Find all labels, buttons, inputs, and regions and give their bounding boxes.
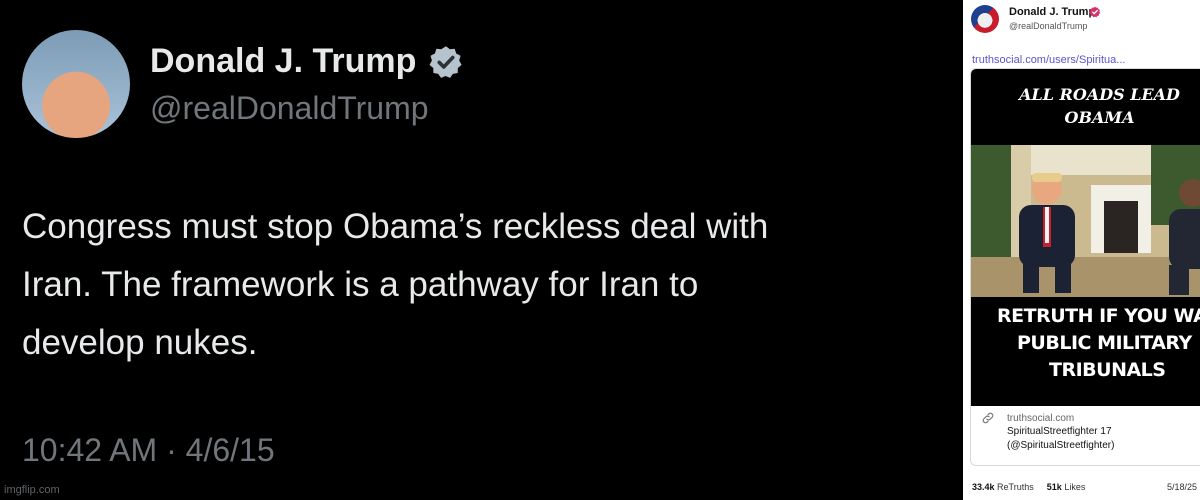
link-icon <box>982 412 994 424</box>
tweet-timestamp[interactable]: 10:42 AM · 4/6/15 <box>22 432 275 469</box>
card-subtitle: (@SpiritualStreetfighter) <box>1007 440 1115 451</box>
author-name[interactable]: Donald J. Trump <box>1009 6 1095 18</box>
meme-bottom-caption: RETRUTH IF YOU WAN PUBLIC MILITARY TRIBU… <box>971 303 1200 384</box>
meme-image: ALL ROADS LEAD OBAMA RETRUTH IF YOU W PU… <box>971 69 1200 406</box>
post-date[interactable]: 5/18/25 <box>1167 482 1197 492</box>
author-handle[interactable]: @realDonaldTrump <box>150 90 429 127</box>
meme-photo <box>971 145 1200 297</box>
truth-social-post: Donald J. Trump @realDonaldTrump truthso… <box>963 0 1200 500</box>
meme-bottom-line: TRIBUNALS <box>1049 359 1166 381</box>
watermark: imgflip.com <box>4 484 60 496</box>
tweet-text-line: Iran. The framework is a pathway for Ira… <box>22 265 699 304</box>
card-source: truthsocial.com <box>1007 413 1075 424</box>
tweet-text-line: develop nukes. <box>22 323 258 362</box>
author-avatar[interactable] <box>971 5 999 33</box>
meme-top-caption: ALL ROADS LEAD OBAMA <box>977 83 1200 129</box>
meme-bottom-line: PUBLIC MILITARY <box>1017 332 1192 354</box>
retruths-count[interactable]: 33.4k <box>972 482 995 492</box>
verified-badge-icon <box>429 46 462 78</box>
link-preview-card[interactable]: ALL ROADS LEAD OBAMA RETRUTH IF YOU W PU… <box>970 68 1200 466</box>
author-avatar[interactable] <box>22 30 130 138</box>
author-handle[interactable]: @realDonaldTrump <box>1009 21 1087 31</box>
tweet-post: Donald J. Trump @realDonaldTrump Congres… <box>0 0 955 500</box>
tweet-text: Congress must stop Obama’s reckless deal… <box>22 198 942 372</box>
meme-top-line: OBAMA <box>1064 108 1135 127</box>
post-stats: 33.4k ReTruths 51k Likes <box>972 482 1085 492</box>
likes-count[interactable]: 51k <box>1047 482 1062 492</box>
retruths-label[interactable]: ReTruths <box>997 482 1034 492</box>
verified-badge-icon <box>1089 6 1101 18</box>
meme-bottom-line: RETRUTH IF YOU WAN <box>997 305 1200 327</box>
post-link[interactable]: truthsocial.com/users/Spiritua... <box>972 54 1125 66</box>
meme-top-line: ALL ROADS LEAD <box>1019 85 1180 104</box>
author-name[interactable]: Donald J. Trump <box>150 42 416 81</box>
tweet-text-line: Congress must stop Obama’s reckless deal… <box>22 207 769 246</box>
card-title: SpiritualStreetfighter 17 <box>1007 426 1112 437</box>
likes-label[interactable]: Likes <box>1064 482 1085 492</box>
